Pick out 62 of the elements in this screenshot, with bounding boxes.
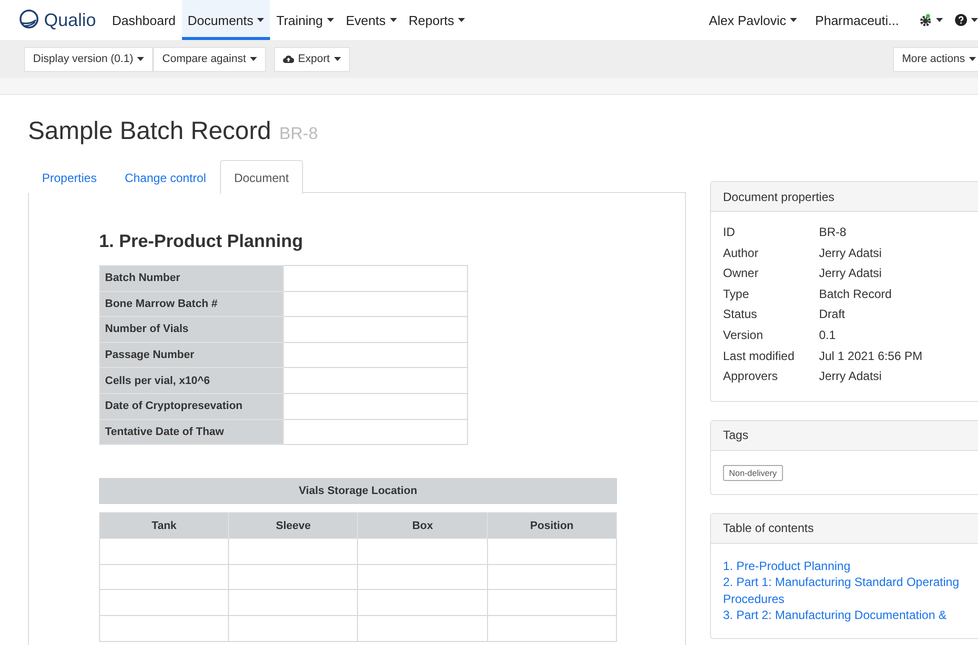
- caret-icon: [137, 57, 144, 61]
- tag: Non-delivery: [723, 464, 783, 481]
- field-label: Date of Cryptopresevation: [100, 393, 284, 420]
- table-title: Vials Storage Location: [99, 478, 617, 504]
- field-label: Cells per vial, x10^6: [100, 368, 284, 394]
- property-value: 0.1: [819, 326, 837, 344]
- help-icon: [955, 14, 967, 26]
- column-header: Box: [358, 512, 488, 539]
- property-label: Approvers: [723, 368, 779, 386]
- more-actions-button[interactable]: More actions: [893, 46, 978, 72]
- property-value: Jerry Adatsi: [819, 265, 883, 282]
- toolbar-button[interactable]: Display version (0.1): [24, 46, 154, 72]
- cloud-upload-icon: [283, 55, 294, 63]
- section-heading: 1. Pre-Product Planning: [99, 231, 304, 252]
- caret-icon: [969, 57, 976, 61]
- property-value: Draft: [819, 306, 846, 324]
- field-label: Batch Number: [100, 266, 284, 292]
- caret-icon: [334, 57, 341, 61]
- nav-item[interactable]: Reports: [402, 0, 472, 40]
- contents-link[interactable]: 3. Part 2: Manufacturing Documentation &: [723, 607, 966, 624]
- settings-icon: [919, 14, 932, 26]
- logo-icon: [18, 9, 40, 31]
- contents-link[interactable]: 2. Part 1: Manufacturing Standard Operating Procedures: [723, 574, 966, 608]
- field-label: Number of Vials: [100, 316, 284, 342]
- card-title: Table of contents: [711, 514, 978, 544]
- document-id: BR-8: [279, 124, 318, 144]
- caret-icon: [790, 18, 798, 22]
- company-menu[interactable]: Pharmaceuti...: [809, 0, 905, 40]
- property-label: Last modified: [723, 348, 796, 365]
- nav-item[interactable]: Events: [340, 0, 403, 40]
- caret-icon: [936, 18, 943, 22]
- nav-item[interactable]: Dashboard: [106, 0, 182, 40]
- user-menu[interactable]: Alex Pavlovic: [702, 0, 804, 40]
- card-title: Tags: [711, 420, 978, 451]
- page-title: Sample Batch Record: [28, 117, 272, 146]
- caret-icon: [250, 57, 258, 61]
- tab[interactable]: Document: [220, 160, 303, 194]
- property-value: BR-8: [819, 224, 848, 241]
- column-header: Sleeve: [228, 512, 358, 539]
- card-title: Document properties: [711, 182, 978, 212]
- caret-icon: [971, 18, 978, 22]
- property-label: Owner: [723, 265, 760, 282]
- property-label: Version: [723, 326, 764, 344]
- toolbar-button[interactable]: Export: [274, 46, 350, 72]
- property-label: Status: [723, 306, 758, 324]
- field-label: Tentative Date of Thaw: [100, 419, 284, 445]
- toolbar-button[interactable]: Compare against: [153, 46, 266, 72]
- field-label: Passage Number: [100, 342, 284, 368]
- nav-item[interactable]: Documents: [182, 0, 270, 40]
- property-value: Jul 1 2021 6:56 PM: [819, 348, 924, 365]
- field-label: Bone Marrow Batch #: [100, 291, 284, 317]
- property-label: Author: [723, 244, 760, 262]
- property-label: Type: [723, 286, 750, 303]
- property-value: Jerry Adatsi: [819, 368, 883, 386]
- property-label: ID: [723, 224, 736, 241]
- nav-item[interactable]: Training: [270, 0, 340, 40]
- brand-name: Qualio: [44, 10, 96, 30]
- property-value: Jerry Adatsi: [819, 244, 883, 262]
- column-header: Position: [487, 512, 616, 539]
- column-header: Tank: [100, 512, 229, 539]
- contents-link[interactable]: 1. Pre-Product Planning: [723, 558, 966, 574]
- property-value: Batch Record: [819, 286, 893, 303]
